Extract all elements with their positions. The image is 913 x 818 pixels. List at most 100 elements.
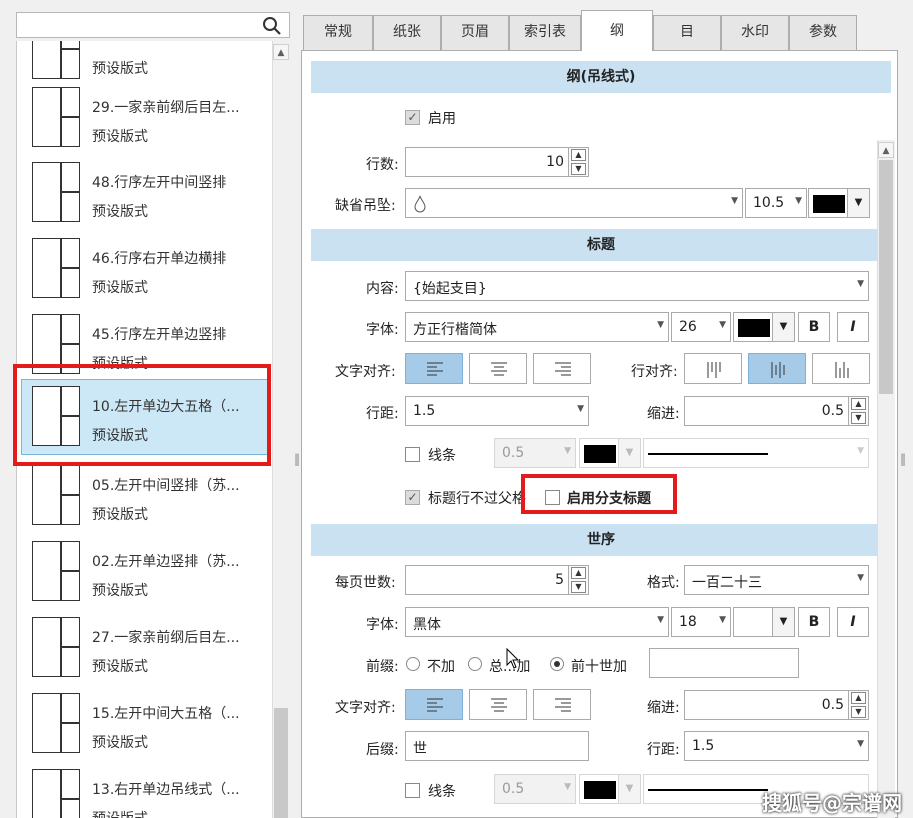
- spin-down-icon[interactable]: ▼: [571, 581, 586, 593]
- gen-font-color-picker[interactable]: ▼: [733, 607, 795, 637]
- splitter-grip-icon[interactable]: ||: [294, 452, 300, 478]
- font-size-select[interactable]: 26 ▼: [671, 312, 731, 342]
- font-select[interactable]: 方正行楷简体 ▼: [405, 312, 669, 342]
- line-spacing-select[interactable]: 1.5 ▼: [405, 396, 589, 426]
- list-item[interactable]: 05.左开中间竖排（苏... 预设版式: [17, 459, 274, 535]
- list-item[interactable]: 48.行序左开中间竖排 预设版式: [17, 156, 274, 232]
- gen-line-spacing-select[interactable]: 1.5 ▼: [684, 731, 869, 761]
- watermark-text: 搜狐号@宗谱网: [762, 791, 902, 815]
- spin-up-icon[interactable]: ▲: [851, 398, 866, 410]
- prefix-radio-none[interactable]: [406, 657, 420, 671]
- list-scrollbar[interactable]: [272, 41, 290, 818]
- rows-value: 10: [546, 154, 564, 170]
- tab-watermark[interactable]: 水印: [721, 15, 789, 50]
- rows-stepper[interactable]: 10 ▲ ▼: [405, 147, 589, 177]
- chevron-down-icon[interactable]: ▼: [772, 608, 794, 636]
- spin-up-icon[interactable]: ▲: [571, 567, 586, 579]
- format-value: 一百二十三: [692, 575, 762, 591]
- font-size-value: 26: [679, 319, 697, 335]
- indent-spin[interactable]: ▲ ▼: [848, 397, 868, 425]
- chevron-down-icon[interactable]: ▼: [618, 775, 640, 803]
- line-color-picker[interactable]: ▼: [579, 438, 641, 468]
- rows-spin[interactable]: ▲ ▼: [568, 148, 588, 176]
- list-item[interactable]: 29.一家亲前纲后目左... 预设版式: [17, 81, 274, 157]
- settings-scrollbar-thumb[interactable]: [879, 160, 893, 394]
- pendant-size-select[interactable]: 10.5 ▼: [745, 188, 807, 218]
- scroll-up-arrow-icon[interactable]: ▲: [273, 44, 289, 60]
- spin-up-icon[interactable]: ▲: [851, 692, 866, 704]
- font-color-picker[interactable]: ▼: [733, 312, 795, 342]
- prefix-text-input[interactable]: [649, 648, 799, 678]
- chevron-down-icon[interactable]: ▼: [772, 313, 794, 341]
- pendant-select[interactable]: ▼: [405, 188, 743, 218]
- gen-line-color-picker[interactable]: ▼: [579, 774, 641, 804]
- gen-bold-button[interactable]: B: [798, 607, 830, 637]
- gen-align-center-button[interactable]: [469, 689, 527, 720]
- chevron-down-icon: ▼: [657, 320, 664, 330]
- list-scrollbar-thumb[interactable]: [274, 708, 288, 818]
- scroll-up-arrow-icon[interactable]: ▲: [878, 142, 894, 158]
- pendant-color-picker[interactable]: ▼: [808, 188, 870, 218]
- line-style-select[interactable]: ▼: [643, 438, 869, 468]
- enable-label: 启用: [428, 111, 456, 127]
- color-swatch: [738, 319, 770, 337]
- gen-indent-spin[interactable]: ▲ ▼: [848, 691, 868, 719]
- list-item[interactable]: 46.行序右开单边横排 预设版式: [17, 232, 274, 308]
- line-checkbox[interactable]: [405, 447, 420, 462]
- list-item[interactable]: 13.右开单边吊线式（... 预设版式: [17, 763, 274, 818]
- indent-stepper[interactable]: 0.5 ▲ ▼: [684, 396, 869, 426]
- enable-checkbox[interactable]: ✓: [405, 110, 420, 125]
- list-item-title: 05.左开中间竖排（苏...: [92, 478, 240, 494]
- prefix-radio-total[interactable]: [468, 657, 482, 671]
- row-align-top-button[interactable]: [684, 353, 742, 384]
- line-width-select[interactable]: 0.5 ▼: [494, 438, 576, 468]
- no-cross-parent-checkbox[interactable]: ✓: [405, 490, 420, 505]
- tab-header[interactable]: 页眉: [441, 15, 509, 50]
- line-style-preview: [648, 789, 768, 791]
- tab-gang[interactable]: 纲: [581, 10, 653, 51]
- line-spacing-value: 1.5: [413, 403, 436, 419]
- spin-down-icon[interactable]: ▼: [851, 706, 866, 718]
- format-select[interactable]: 一百二十三 ▼: [684, 565, 869, 595]
- content-select[interactable]: {始起支目} ▼: [405, 271, 869, 301]
- line-style-preview: [648, 453, 768, 455]
- row-align-bottom-icon: [835, 362, 849, 378]
- align-center-button[interactable]: [469, 353, 527, 384]
- spin-down-icon[interactable]: ▼: [851, 412, 866, 424]
- chevron-down-icon[interactable]: ▼: [847, 189, 869, 217]
- gen-line-width-select[interactable]: 0.5 ▼: [494, 774, 576, 804]
- tab-index[interactable]: 索引表: [509, 15, 581, 50]
- gen-align-right-button[interactable]: [533, 689, 591, 720]
- gen-italic-button[interactable]: I: [837, 607, 869, 637]
- spin-up-icon[interactable]: ▲: [571, 149, 586, 161]
- tab-paper[interactable]: 纸张: [373, 15, 441, 50]
- align-right-button[interactable]: [533, 353, 591, 384]
- gen-indent-stepper[interactable]: 0.5 ▲ ▼: [684, 690, 869, 720]
- italic-button[interactable]: I: [837, 312, 869, 342]
- per-page-spin[interactable]: ▲ ▼: [568, 566, 588, 594]
- gen-font-select[interactable]: 黑体 ▼: [405, 607, 669, 637]
- tab-mu[interactable]: 目: [653, 15, 721, 50]
- splitter-grip-icon[interactable]: ||: [900, 452, 910, 478]
- gen-font-value: 黑体: [413, 617, 441, 633]
- template-thumbnail: [32, 162, 80, 222]
- tab-general[interactable]: 常规: [303, 15, 373, 50]
- search-icon[interactable]: [262, 16, 282, 36]
- suffix-input[interactable]: 世: [405, 731, 589, 761]
- gen-align-left-button[interactable]: [405, 689, 463, 720]
- gen-line-checkbox[interactable]: [405, 783, 420, 798]
- per-page-stepper[interactable]: 5 ▲ ▼: [405, 565, 589, 595]
- prefix-radio-first-ten[interactable]: [550, 657, 564, 671]
- align-left-button[interactable]: [405, 353, 463, 384]
- search-input[interactable]: [16, 12, 290, 38]
- row-align-middle-button[interactable]: [748, 353, 806, 384]
- tab-params[interactable]: 参数: [789, 15, 857, 50]
- bold-button[interactable]: B: [798, 312, 830, 342]
- list-item[interactable]: 27.一家亲前纲后目左... 预设版式: [17, 611, 274, 687]
- spin-down-icon[interactable]: ▼: [571, 163, 586, 175]
- gen-font-size-select[interactable]: 18 ▼: [671, 607, 731, 637]
- row-align-bottom-button[interactable]: [812, 353, 870, 384]
- chevron-down-icon[interactable]: ▼: [618, 439, 640, 467]
- list-item[interactable]: 15.左开中间大五格（... 预设版式: [17, 687, 274, 763]
- list-item[interactable]: 02.左开单边竖排（苏... 预设版式: [17, 535, 274, 611]
